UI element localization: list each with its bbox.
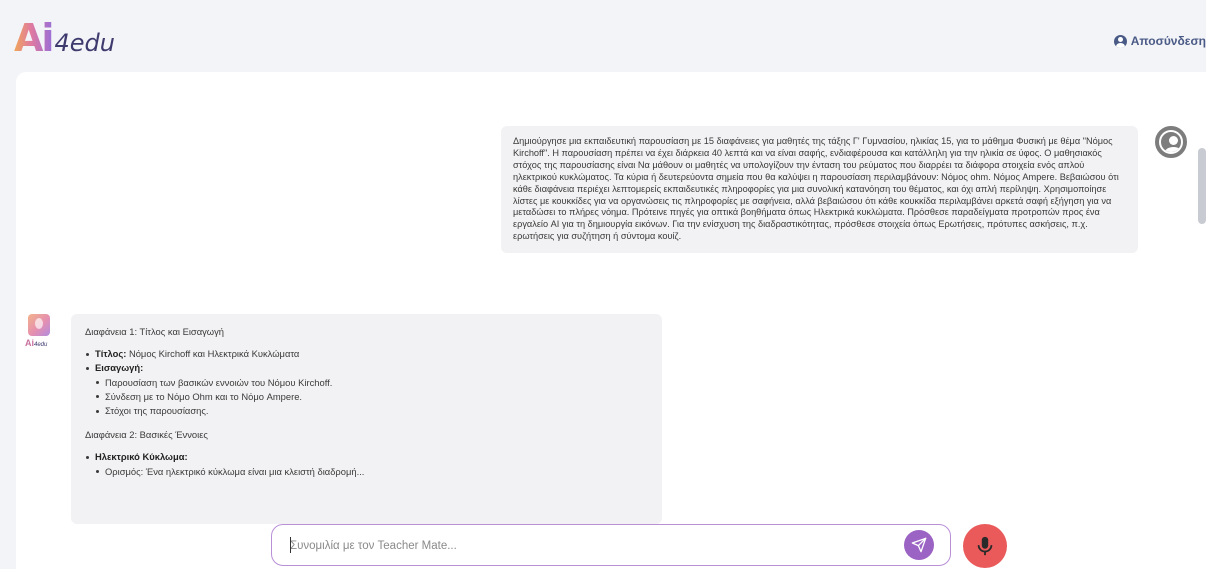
app-header: Ai 4edu Αποσύνδεση (0, 0, 1206, 72)
bot-avatar-label: Ai4edu (25, 338, 48, 348)
logout-button[interactable]: Αποσύνδεση (1113, 34, 1206, 48)
list-item: Ηλεκτρικό Κύκλωμα: (85, 451, 648, 463)
logo-ai-text: Ai (14, 16, 54, 60)
logo-4edu-text: 4edu (54, 29, 115, 57)
microphone-icon (977, 536, 993, 556)
chat-composer (271, 524, 951, 566)
slide-2-list: Ηλεκτρικό Κύκλωμα: Ορισμός: Ένα ηλεκτρικ… (85, 451, 648, 477)
slide-1-title: Διαφάνεια 1: Τίτλος και Εισαγωγή (85, 326, 225, 337)
user-circle-icon (1113, 34, 1127, 48)
slide-1-list: Τίτλος: Νόμος Kirchoff και Ηλεκτρικά Κυκ… (85, 348, 648, 417)
bot-avatar: Ai4edu (25, 314, 55, 352)
bot-avatar-image (28, 314, 50, 336)
microphone-button[interactable] (963, 524, 1007, 568)
list-item: Σύνδεση με το Νόμο Ohm και το Νόμο Amper… (85, 391, 648, 403)
user-avatar (1155, 126, 1187, 158)
user-message-bubble: Δημιούργησε μια εκπαιδευτική παρουσίαση … (501, 126, 1138, 254)
chat-scrollbar[interactable] (1198, 148, 1206, 224)
slide-2-title: Διαφάνεια 2: Βασικές Έννοιες (85, 429, 208, 441)
logout-label: Αποσύνδεση (1130, 34, 1206, 48)
text-caret (290, 537, 291, 553)
chat-panel: Δημιούργησε μια εκπαιδευτική παρουσίαση … (16, 72, 1206, 569)
user-message-text: Δημιούργησε μια εκπαιδευτική παρουσίαση … (513, 136, 1119, 242)
user-avatar-icon (1159, 130, 1183, 154)
list-item: Παρουσίαση των βασικών εννοιών του Νόμου… (85, 377, 648, 389)
send-button[interactable] (904, 530, 934, 560)
bot-message-bubble: Διαφάνεια 1: Τίτλος και Εισαγωγή Τίτλος:… (71, 314, 662, 524)
paper-plane-icon (911, 537, 927, 553)
list-item: Εισαγωγή: (85, 362, 648, 374)
list-item: Ορισμός: Ένα ηλεκτρικό κύκλωμα είναι μια… (85, 466, 648, 478)
app-logo[interactable]: Ai 4edu (14, 18, 115, 58)
list-item: Τίτλος: Νόμος Kirchoff και Ηλεκτρικά Κυκ… (85, 348, 648, 360)
list-item: Στόχοι της παρουσίασης. (85, 405, 648, 417)
chat-input[interactable] (290, 536, 880, 556)
